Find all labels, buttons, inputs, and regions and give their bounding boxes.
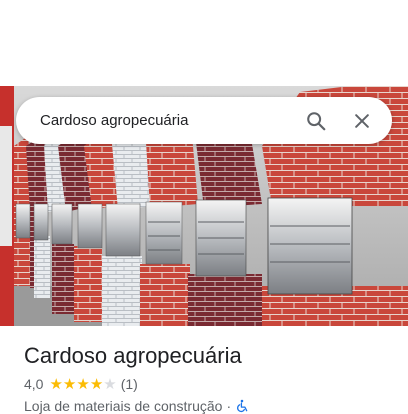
rating-row[interactable]: 4,0 ★ ★ ★ ★ ★ (1) xyxy=(24,376,138,392)
star-filled-icon: ★ xyxy=(49,375,63,393)
wheelchair-icon xyxy=(235,399,249,413)
clear-search-button[interactable] xyxy=(346,105,378,137)
category-row: Loja de materiais de construção · xyxy=(24,398,249,414)
review-count[interactable]: (1) xyxy=(121,376,138,392)
search-button[interactable] xyxy=(300,105,332,137)
star-rating: ★ ★ ★ ★ ★ xyxy=(49,377,116,392)
place-title: Cardoso agropecuária xyxy=(24,343,242,368)
place-category: Loja de materiais de construção xyxy=(24,398,223,414)
close-icon xyxy=(355,113,369,128)
search-input[interactable]: Cardoso agropecuária xyxy=(40,112,286,129)
star-filled-icon: ★ xyxy=(89,375,104,393)
star-empty-icon: ★ xyxy=(103,375,117,393)
star-filled-icon: ★ xyxy=(62,375,77,393)
search-bar[interactable]: Cardoso agropecuária xyxy=(16,97,392,144)
search-icon xyxy=(307,111,326,130)
star-filled-icon: ★ xyxy=(76,375,90,393)
rating-value: 4,0 xyxy=(24,376,44,392)
separator-dot: · xyxy=(226,398,232,414)
